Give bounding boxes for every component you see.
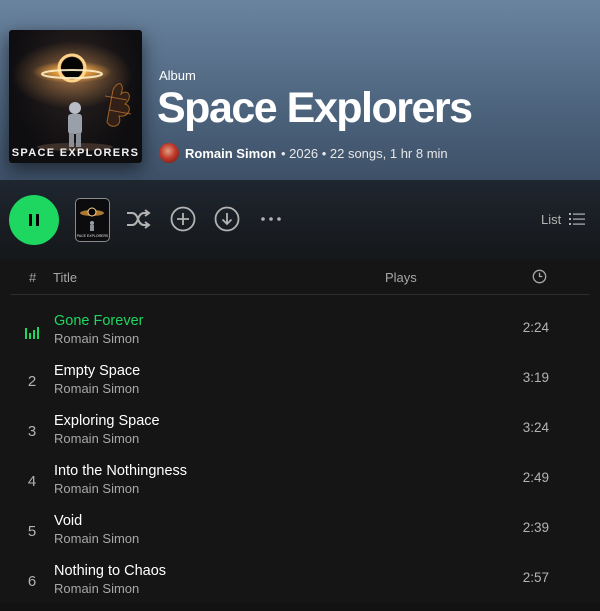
track-artist[interactable]: Romain Simon [54,331,139,346]
track-number: 2 [27,373,37,390]
track-duration: 3:24 [522,420,549,435]
track-artist[interactable]: Romain Simon [54,581,139,596]
download-icon [214,206,240,232]
pause-icon [29,214,39,226]
track-row[interactable]: Gone Forever Romain Simon 2:24 [0,311,600,361]
track-number: 6 [27,573,37,590]
track-artist[interactable]: Romain Simon [54,381,139,396]
track-duration: 2:39 [522,520,549,535]
mini-album-artwork: PACE EXPLORERS [77,207,109,238]
track-title[interactable]: Into the Nothingness [54,463,187,479]
track-duration: 2:24 [522,320,549,335]
album-artwork [12,41,132,151]
track-duration: 2:57 [522,570,549,585]
track-title[interactable]: Exploring Space [54,413,160,429]
list-view-icon[interactable] [569,212,585,231]
track-row[interactable]: 3 Exploring Space Romain Simon 3:24 [0,411,600,461]
track-title[interactable]: Empty Space [54,363,140,379]
track-row[interactable]: 2 Empty Space Romain Simon 3:19 [0,361,600,411]
mini-album-cover[interactable]: PACE EXPLORERS [75,198,110,242]
shuffle-button[interactable] [125,206,151,232]
track-duration: 3:19 [522,370,549,385]
now-playing-equalizer-icon [25,327,39,339]
pause-button[interactable] [9,195,59,245]
artist-avatar[interactable] [159,143,179,163]
artist-link[interactable]: Romain Simon [185,146,276,161]
view-mode-label[interactable]: List [541,212,561,227]
add-to-library-button[interactable] [170,206,196,232]
track-row[interactable]: 5 Void Romain Simon 2:39 [0,511,600,561]
download-button[interactable] [214,206,240,232]
column-title: Title [53,270,78,285]
column-number: # [29,270,37,285]
track-number: 4 [27,473,37,490]
track-title[interactable]: Gone Forever [54,313,143,329]
more-icon [261,217,281,221]
clock-icon [532,269,547,284]
track-artist[interactable]: Romain Simon [54,531,139,546]
album-details: • 2026 • 22 songs, 1 hr 8 min [281,145,448,161]
cover-title-text: SPACE EXPLORERS [11,147,140,159]
svg-text:PACE EXPLORERS: PACE EXPLORERS [77,234,109,238]
header-divider [10,294,590,295]
more-options-button[interactable] [258,206,284,232]
track-title[interactable]: Void [54,513,82,529]
album-meta: Romain Simon • 2026 • 22 songs, 1 hr 8 m… [159,142,448,164]
track-row[interactable]: 4 Into the Nothingness Romain Simon 2:49 [0,461,600,511]
track-row[interactable]: 6 Nothing to Chaos Romain Simon 2:57 [0,561,600,611]
track-artist[interactable]: Romain Simon [54,431,139,446]
album-type-label: Album [159,68,196,83]
track-artist[interactable]: Romain Simon [54,481,139,496]
track-number: 5 [27,523,37,540]
track-duration: 2:49 [522,470,549,485]
track-title[interactable]: Nothing to Chaos [54,563,166,579]
track-number: 3 [27,423,37,440]
album-cover[interactable]: SPACE EXPLORERS [9,30,142,163]
add-circle-icon [170,206,196,232]
album-title: Space Explorers [157,84,473,132]
column-duration [532,269,547,287]
column-plays: Plays [385,270,417,285]
shuffle-icon [127,209,151,229]
